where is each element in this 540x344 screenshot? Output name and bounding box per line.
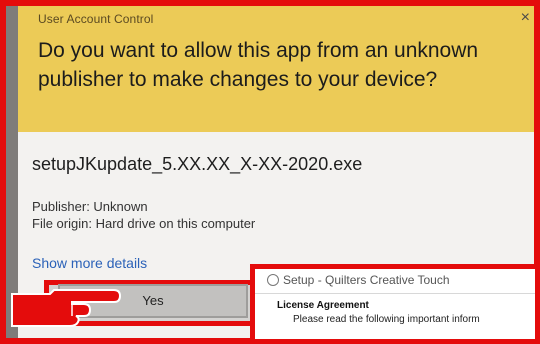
setup-window: Setup - Quilters Creative Touch License … — [250, 264, 540, 344]
license-subtext: Please read the following important info… — [293, 314, 480, 325]
uac-title: User Account Control — [38, 12, 154, 26]
app-name: setupJKupdate_5.XX.XX_X-XX-2020.exe — [32, 154, 363, 174]
file-origin-label: File origin: Hard drive on this computer — [32, 216, 256, 231]
uac-header: User Account Control × Do you want to al… — [18, 6, 540, 132]
license-heading: License Agreement — [277, 300, 369, 311]
divider — [255, 293, 535, 294]
setup-title-text: Setup - Quilters Creative Touch — [283, 273, 450, 287]
pointing-hand-icon — [11, 289, 122, 327]
publisher-label: Publisher: Unknown — [32, 199, 148, 214]
setup-app-icon — [267, 274, 279, 286]
uac-question: Do you want to allow this app from an un… — [38, 39, 479, 91]
close-icon[interactable]: × — [521, 8, 530, 28]
show-more-details-link[interactable]: Show more details — [32, 255, 147, 271]
setup-window-title: Setup - Quilters Creative Touch — [267, 273, 450, 287]
